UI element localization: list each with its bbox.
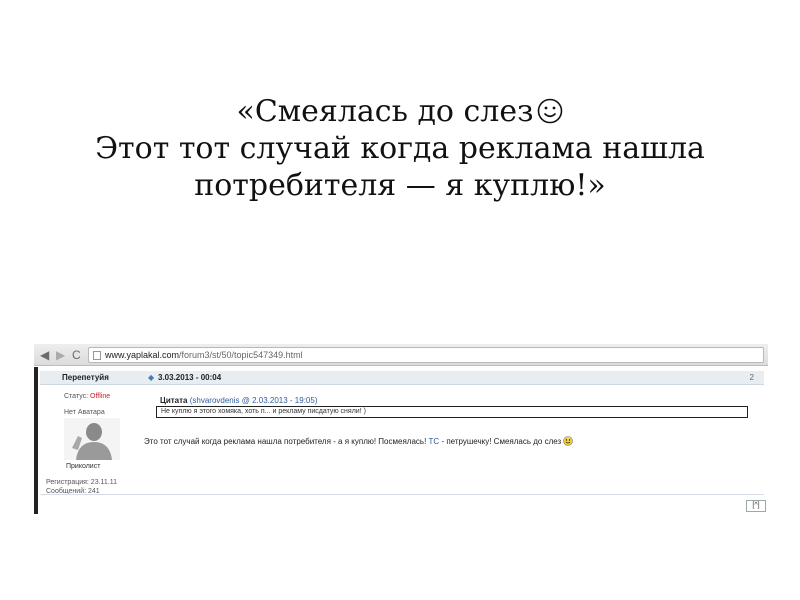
scroll-top-button[interactable]: [^]: [746, 500, 766, 512]
post-author[interactable]: Перепетуйя: [62, 371, 109, 384]
post-body: Это тот случай когда реклама нашла потре…: [144, 436, 764, 447]
forward-arrow-icon[interactable]: ▶: [56, 347, 65, 363]
quote-box: Не куплю я этого хомяка, хоть п... и рек…: [156, 406, 748, 418]
left-edge-bar: [34, 367, 38, 514]
tc-label: ТС: [428, 437, 440, 446]
quote-line-2: Этот тот случай когда реклама нашла: [95, 131, 705, 166]
forum-screenshot: ◀ ▶ C www.yaplakal.com/forum3/st/50/topi…: [34, 344, 768, 514]
post-header: Перепетуйя ◆ 3.03.2013 - 00:04 2: [40, 371, 764, 385]
user-rank: Приколист: [66, 463, 101, 470]
post-date: 3.03.2013 - 00:04: [158, 373, 222, 382]
quote-author[interactable]: (shvarovdenis @ 2.03.2013 - 19:05): [190, 396, 318, 405]
post-separator: [40, 494, 764, 495]
smiley-face-icon: [538, 98, 563, 124]
slide-quote: «Смеялась до слез Этот тот случай когда …: [0, 93, 800, 204]
browser-toolbar: ◀ ▶ C www.yaplakal.com/forum3/st/50/topi…: [34, 344, 768, 366]
quote-title: Цитата (shvarovdenis @ 2.03.2013 - 19:05…: [160, 396, 318, 405]
reload-icon[interactable]: C: [72, 347, 81, 363]
url-path: /forum3/st/50/topic547349.html: [179, 350, 303, 360]
post-marker-icon: ◆: [148, 373, 155, 382]
quote-line-1: «Смеялась до слез: [0, 93, 800, 130]
quote-line-3: потребителя — я куплю!»: [194, 168, 606, 203]
avatar: [64, 418, 120, 460]
user-status: Статус: Offline: [64, 393, 111, 400]
registration-date: Регистрация: 23.11.11: [46, 479, 118, 486]
back-arrow-icon[interactable]: ◀: [40, 347, 49, 363]
post-number[interactable]: 2: [750, 371, 754, 384]
no-avatar-label: Нет Аватара: [64, 409, 105, 416]
page-icon: [93, 351, 101, 360]
status-offline: Offline: [90, 393, 111, 400]
address-bar[interactable]: www.yaplakal.com/forum3/st/50/topic54734…: [88, 347, 764, 363]
smiley-emoticon-icon: [563, 436, 574, 446]
url-domain: www.yaplakal.com: [105, 350, 180, 360]
